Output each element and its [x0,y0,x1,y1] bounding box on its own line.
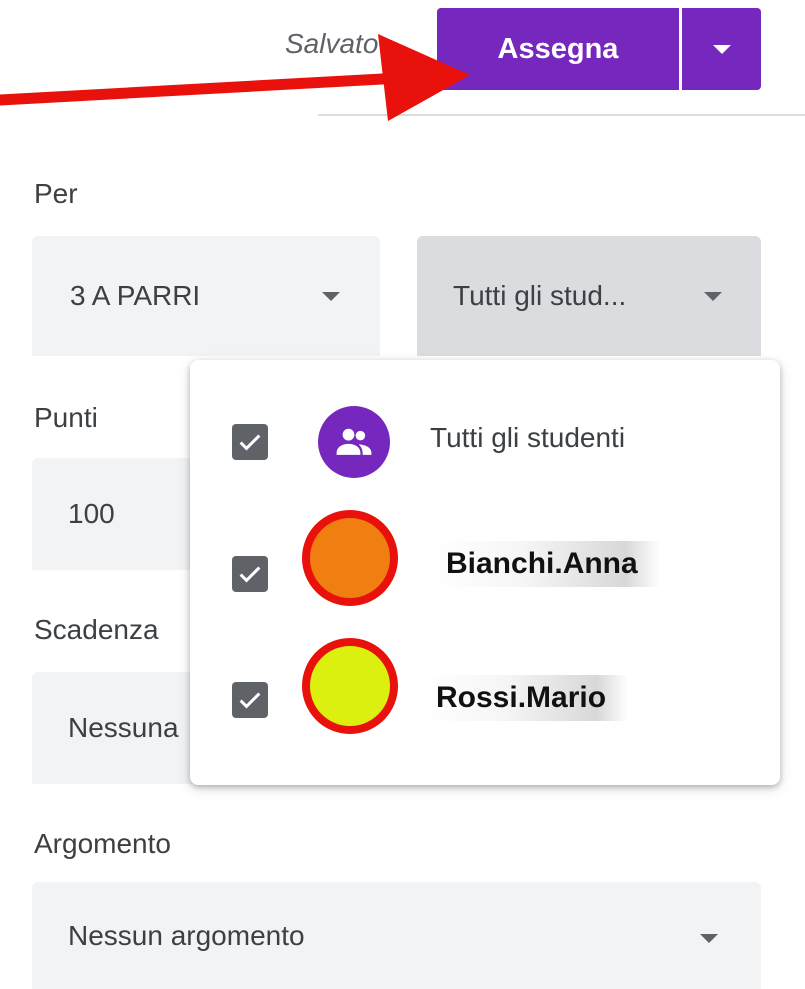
check-icon [239,566,261,583]
menu-item-student[interactable]: Rossi.Mario [190,638,780,757]
chevron-down-icon [704,292,722,301]
check-icon [239,434,261,451]
class-select[interactable]: 3 A PARRI [32,236,380,356]
assign-button[interactable]: Assegna [437,8,679,90]
student-name: Bianchi.Anna [430,541,660,587]
punti-label: Punti [34,402,98,433]
saved-status: Salvato [285,28,379,59]
due-date-value: Nessuna [68,712,179,743]
checkbox-student[interactable] [232,556,268,592]
avatar [302,638,398,734]
menu-item-student[interactable]: Bianchi.Anna [190,510,780,625]
students-dropdown-menu: Tutti gli studenti Bianchi.Anna Rossi.Ma… [190,360,780,785]
scadenza-label: Scadenza [34,614,159,645]
students-select-value: Tutti gli stud... [453,280,627,311]
student-name: Rossi.Mario [420,675,629,721]
avatar [302,510,398,606]
header-divider [318,114,805,116]
students-select[interactable]: Tutti gli stud... [417,236,761,356]
points-value: 100 [68,498,115,529]
check-icon [239,692,261,709]
chevron-down-icon [712,44,731,54]
group-icon [318,406,390,478]
all-students-label: Tutti gli studenti [430,422,626,453]
chevron-down-icon [700,934,718,943]
checkbox-all-students[interactable] [232,424,268,460]
checkbox-student[interactable] [232,682,268,718]
chevron-down-icon [322,292,340,301]
per-label: Per [34,178,78,209]
class-select-value: 3 A PARRI [70,280,201,311]
topic-select-value: Nessun argomento [68,919,305,951]
menu-item-all-students[interactable]: Tutti gli studenti [190,400,780,480]
argomento-label: Argomento [34,828,171,859]
topic-select[interactable]: Nessun argomento [32,882,761,989]
assign-options-button[interactable] [682,8,761,90]
